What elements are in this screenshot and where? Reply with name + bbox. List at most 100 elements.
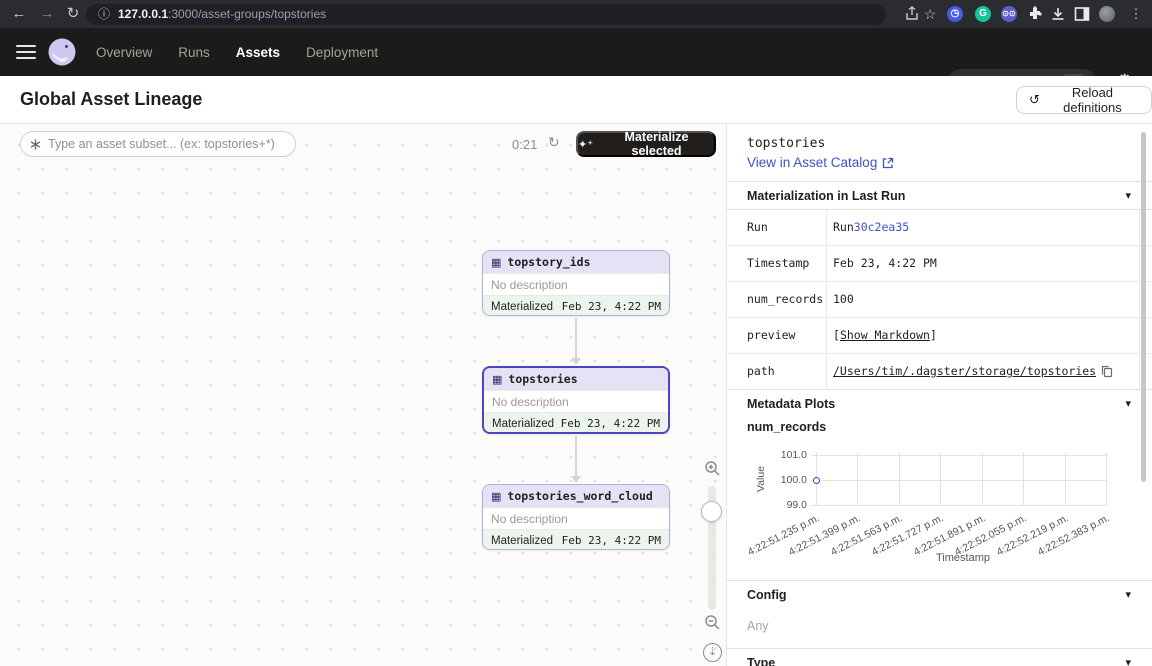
- section-title: Type: [747, 656, 775, 666]
- site-info-icon[interactable]: ⓘ: [98, 4, 110, 25]
- asset-node-description: No description: [483, 507, 669, 529]
- materialize-selected-button[interactable]: ✦⁺ Materialize selected: [576, 131, 716, 157]
- app-navbar: Overview Runs Assets Deployment / ⚙: [0, 28, 1152, 76]
- row-label: Run: [747, 210, 768, 245]
- run-id-link[interactable]: 30c2ea35: [854, 210, 909, 245]
- hamburger-menu-icon[interactable]: [16, 45, 36, 59]
- asset-node-topstories[interactable]: ▦ topstories No description Materialized F…: [482, 366, 670, 434]
- chevron-down-icon: ▾: [1125, 397, 1131, 410]
- zoom-to-fit-icon[interactable]: ⇣: [703, 643, 722, 662]
- asset-details-panel: topstories View in Asset Catalog Materia…: [726, 124, 1152, 666]
- extensions-puzzle-icon[interactable]: [1026, 5, 1044, 23]
- path-link[interactable]: /Users/tim/.dagster/storage/topstories: [833, 354, 1096, 389]
- browser-profile-avatar[interactable]: [1098, 5, 1116, 23]
- asset-node-status: Materialized: [492, 418, 554, 430]
- details-scrollbar[interactable]: [1141, 132, 1146, 482]
- op-selector-icon: [29, 138, 42, 151]
- row-label: preview: [747, 318, 795, 353]
- browser-reload-icon[interactable]: ↻: [62, 3, 84, 25]
- asset-filter-input[interactable]: [48, 137, 278, 151]
- nav-deployment[interactable]: Deployment: [306, 45, 378, 60]
- browser-toolbar: ← → ↻ ⓘ 127.0.0.1:3000/asset-groups/tops…: [0, 0, 1152, 28]
- y-tick: 99.0: [767, 499, 807, 511]
- asset-filter[interactable]: [20, 131, 296, 157]
- data-point[interactable]: [813, 477, 820, 484]
- extension-goggles-icon[interactable]: ⊙⊙: [1000, 5, 1018, 23]
- browser-forward-icon[interactable]: →: [36, 3, 58, 25]
- page-header: Global Asset Lineage ↺ Reload definition…: [0, 76, 1152, 124]
- extension-clock-icon[interactable]: ◷: [946, 5, 964, 23]
- nav-overview[interactable]: Overview: [96, 45, 152, 60]
- table-row-timestamp: Timestamp Feb 23, 4:22 PM: [727, 246, 1152, 282]
- chevron-down-icon: ▾: [1125, 588, 1131, 601]
- asset-node-timestamp: Feb 23, 4:22 PM: [562, 300, 661, 313]
- external-link-icon: [882, 157, 894, 169]
- row-label: path: [747, 354, 775, 389]
- sidebar-toggle-icon[interactable]: [1073, 5, 1091, 23]
- section-title: Metadata Plots: [747, 397, 835, 411]
- table-icon: ▦: [491, 256, 501, 269]
- url-text: 127.0.0.1:3000/asset-groups/topstories: [118, 4, 326, 25]
- selected-asset-name: topstories: [747, 136, 825, 151]
- materialization-table: Run Run 30c2ea35 Timestamp Feb 23, 4:22 …: [727, 209, 1152, 389]
- row-label: num_records: [747, 282, 823, 317]
- num-records-value: 100: [833, 282, 854, 317]
- zoom-slider-handle[interactable]: [701, 501, 722, 522]
- share-icon[interactable]: [903, 5, 921, 23]
- asset-node-description: No description: [484, 390, 668, 412]
- edge-arrowhead: [571, 358, 581, 365]
- asset-node-name: topstory_ids: [507, 255, 590, 269]
- timestamp-value: Feb 23, 4:22 PM: [833, 246, 937, 281]
- asset-node-status: Materialized: [491, 301, 553, 313]
- table-row-num-records: num_records 100: [727, 282, 1152, 318]
- graph-refresh-icon[interactable]: ↻: [548, 135, 560, 151]
- table-icon: ▦: [491, 490, 501, 503]
- asset-node-topstories-word-cloud[interactable]: ▦topstories_word_cloud No description Ma…: [482, 484, 670, 550]
- section-metadata-plots[interactable]: Metadata Plots ▾: [727, 389, 1152, 417]
- asset-node-timestamp: Feb 23, 4:22 PM: [562, 534, 661, 547]
- chart-y-axis-label: Value: [755, 459, 767, 499]
- browser-menu-icon[interactable]: ⋮: [1127, 5, 1145, 23]
- catalog-link-label: View in Asset Catalog: [747, 155, 877, 170]
- reload-definitions-button[interactable]: ↺ Reload definitions: [1016, 86, 1152, 114]
- asset-node-description: No description: [483, 273, 669, 295]
- section-type[interactable]: Type ▾: [727, 648, 1152, 666]
- zoom-in-icon[interactable]: [704, 460, 721, 477]
- section-materialization[interactable]: Materialization in Last Run ▾: [727, 181, 1152, 209]
- materialize-label: Materialize selected: [599, 130, 714, 158]
- dagster-app: ← → ↻ ⓘ 127.0.0.1:3000/asset-groups/tops…: [0, 0, 1152, 666]
- y-tick: 101.0: [767, 449, 807, 461]
- section-title: Materialization in Last Run: [747, 189, 905, 203]
- refresh-timer: 0:21: [512, 137, 546, 152]
- show-markdown-link[interactable]: Show Markdown: [840, 318, 930, 353]
- row-label: Timestamp: [747, 246, 809, 281]
- asset-node-status: Materialized: [491, 535, 553, 547]
- asset-node-topstory-ids[interactable]: ▦ topstory_ids No description Materialize…: [482, 250, 670, 316]
- copy-icon[interactable]: [1101, 365, 1113, 378]
- extension-grammarly-icon[interactable]: G: [974, 5, 992, 23]
- view-in-asset-catalog-link[interactable]: View in Asset Catalog: [747, 155, 894, 170]
- table-row-run: Run Run 30c2ea35: [727, 210, 1152, 246]
- nav-assets[interactable]: Assets: [236, 45, 280, 60]
- address-bar[interactable]: ⓘ 127.0.0.1:3000/asset-groups/topstories: [86, 4, 886, 25]
- y-tick: 100.0: [767, 474, 807, 486]
- browser-back-icon[interactable]: ←: [8, 3, 30, 25]
- section-config[interactable]: Config ▾: [727, 580, 1152, 608]
- table-icon: ▦: [492, 373, 502, 386]
- bracket: [: [833, 318, 840, 353]
- table-row-preview: preview [Show Markdown]: [727, 318, 1152, 354]
- asset-node-name: topstories: [508, 372, 577, 386]
- downloads-icon[interactable]: [1049, 5, 1067, 23]
- materialize-icon: ✦⁺: [578, 138, 593, 151]
- chart-x-axis-label: Timestamp: [873, 552, 1053, 564]
- plot-title: num_records: [747, 420, 826, 434]
- edge-line: [575, 436, 577, 476]
- run-prefix: Run: [833, 210, 854, 245]
- reload-definitions-label: Reload definitions: [1046, 85, 1139, 115]
- zoom-out-icon[interactable]: [704, 614, 721, 631]
- nav-links: Overview Runs Assets Deployment: [96, 28, 378, 76]
- bracket: ]: [930, 318, 937, 353]
- asset-node-timestamp: Feb 23, 4:22 PM: [561, 417, 660, 430]
- nav-runs[interactable]: Runs: [178, 45, 210, 60]
- bookmark-star-icon[interactable]: ☆: [921, 5, 939, 23]
